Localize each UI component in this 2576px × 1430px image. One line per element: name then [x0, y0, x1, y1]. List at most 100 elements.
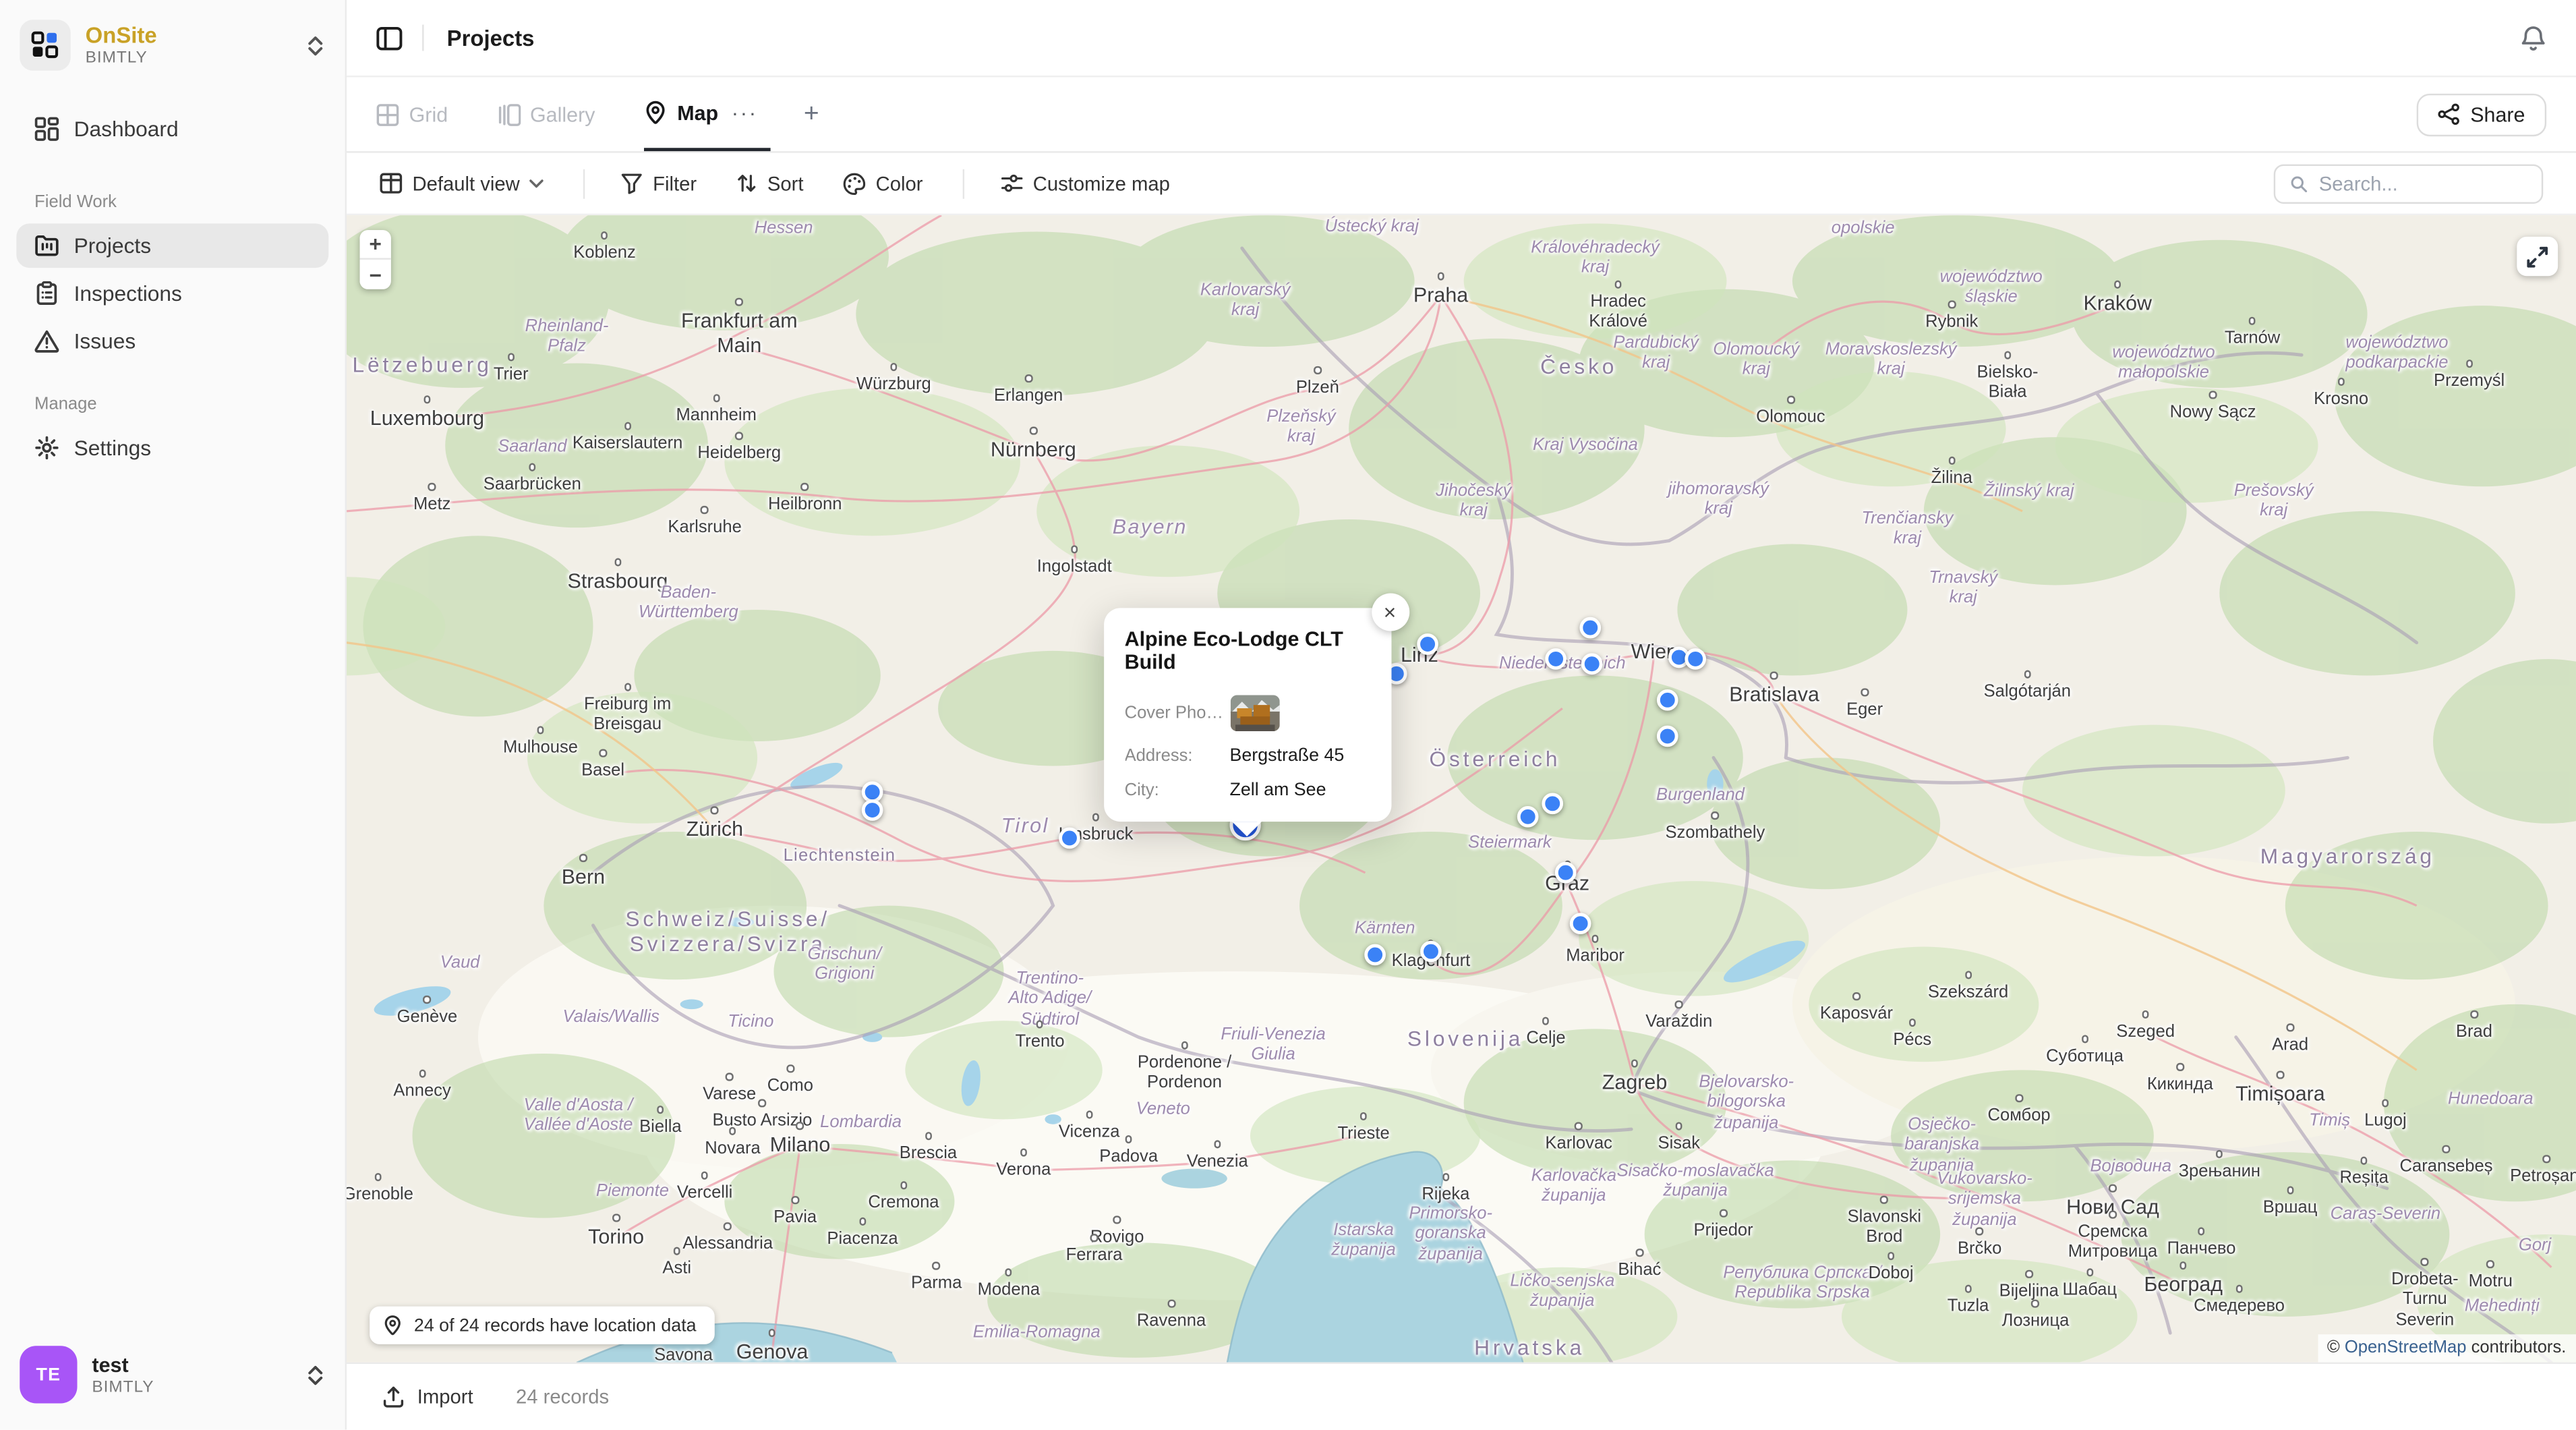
sidebar-section-manage: Manage	[16, 395, 328, 414]
tab-map-group: Map ···	[645, 78, 771, 152]
workspace-name: BIMTLY	[86, 49, 291, 67]
app-name: OnSite	[86, 23, 291, 49]
dashboard-icon	[34, 117, 59, 142]
popup-record-title: Alpine Eco-Lodge CLT Build	[1125, 628, 1370, 674]
search-input[interactable]	[2319, 172, 2527, 195]
location-data-badge: 24 of 24 records have location data	[370, 1307, 714, 1344]
sidebar-item-inspections[interactable]: Inspections	[16, 271, 328, 316]
workspace-switcher[interactable]: OnSite BIMTLY	[16, 16, 328, 84]
record-marker[interactable]	[1517, 806, 1538, 828]
record-marker[interactable]	[861, 799, 883, 821]
record-marker[interactable]	[1544, 648, 1566, 670]
user-switcher[interactable]: TE test BIMTLY	[16, 1336, 328, 1414]
customize-map-label: Customize map	[1033, 172, 1170, 195]
divider	[422, 25, 423, 51]
popup-field-label: City:	[1125, 780, 1230, 800]
funnel-icon	[622, 173, 643, 194]
gallery-view-icon	[497, 103, 520, 125]
color-button[interactable]: Color	[843, 172, 923, 195]
app-window: OnSite BIMTLY Dashboard Field Work Proje…	[0, 0, 2576, 1430]
top-header: Projects	[347, 0, 2576, 78]
osm-attribution-link[interactable]: OpenStreetMap	[2345, 1338, 2467, 1358]
record-marker[interactable]	[1416, 633, 1438, 655]
palette-icon	[843, 172, 866, 195]
sidebar-toggle-button[interactable]	[376, 26, 403, 51]
tab-grid[interactable]: Grid	[376, 78, 448, 152]
record-marker[interactable]	[1364, 944, 1385, 966]
divider	[584, 169, 585, 198]
tab-more-button[interactable]: ···	[718, 101, 771, 125]
record-marker[interactable]	[1581, 653, 1602, 675]
map-fullscreen-button[interactable]	[2517, 237, 2558, 276]
sidebar-item-settings[interactable]: Settings	[16, 426, 328, 470]
customize-map-button[interactable]: Customize map	[1000, 172, 1170, 195]
filter-button[interactable]: Filter	[622, 172, 697, 195]
map-tiles	[347, 215, 2576, 1363]
tab-label: Map	[677, 101, 718, 124]
grid-view-icon	[376, 103, 399, 125]
view-selector-label: Default view	[412, 172, 519, 195]
color-label: Color	[876, 172, 923, 195]
main-area: Projects Grid	[347, 0, 2576, 1430]
cover-photo-thumbnail[interactable]	[1230, 695, 1279, 732]
record-count: 24 records	[516, 1385, 609, 1408]
map-pin-icon	[645, 101, 668, 125]
clipboard-list-icon	[34, 281, 59, 306]
record-marker[interactable]	[1058, 828, 1080, 849]
map-canvas[interactable]: HessenKoblenzÚstecký krajKarlovarský kra…	[347, 215, 2576, 1363]
gear-icon	[34, 436, 59, 461]
map-zoom-control: + −	[360, 230, 391, 289]
app-logo	[20, 20, 71, 71]
table-view-icon	[380, 173, 403, 194]
view-selector[interactable]: Default view	[380, 172, 545, 195]
popup-field-row: Address:Bergstraße 45	[1125, 746, 1370, 766]
sidebar-section-fieldwork: Field Work	[16, 192, 328, 212]
share-label: Share	[2470, 103, 2525, 125]
share-button[interactable]: Share	[2416, 93, 2546, 136]
zoom-out-button[interactable]: −	[360, 260, 391, 289]
popup-field-row: Cover Pho…	[1125, 695, 1370, 732]
record-marker[interactable]	[1569, 913, 1591, 934]
import-button[interactable]: Import	[383, 1385, 473, 1408]
record-marker[interactable]	[1554, 862, 1576, 884]
location-data-badge-text: 24 of 24 records have location data	[414, 1316, 697, 1336]
app-logo-icon	[31, 31, 59, 59]
search-field	[2274, 163, 2544, 202]
popup-close-button[interactable]: ×	[1371, 593, 1409, 631]
sidebar-item-label: Dashboard	[74, 117, 179, 142]
sidebar-item-dashboard[interactable]: Dashboard	[16, 107, 328, 151]
popup-field-label: Cover Pho…	[1125, 704, 1230, 723]
sidebar-item-projects[interactable]: Projects	[16, 223, 328, 268]
sidebar-item-label: Projects	[74, 233, 151, 258]
import-label: Import	[417, 1385, 473, 1408]
bell-icon	[2520, 24, 2546, 51]
add-view-button[interactable]: +	[794, 99, 829, 129]
record-marker[interactable]	[1579, 617, 1600, 639]
sort-label: Sort	[767, 172, 804, 195]
folder-kanban-icon	[34, 233, 59, 258]
chevrons-up-down-icon	[305, 34, 325, 57]
record-marker[interactable]	[1656, 689, 1678, 711]
search-icon	[2290, 173, 2308, 193]
popup-field-row: City:Zell am See	[1125, 780, 1370, 800]
record-marker[interactable]	[1656, 726, 1678, 747]
record-marker[interactable]	[1541, 793, 1562, 814]
user-org: BIMTLY	[92, 1378, 291, 1396]
upload-icon	[383, 1385, 405, 1408]
tab-gallery[interactable]: Gallery	[497, 78, 595, 152]
record-marker[interactable]	[1684, 648, 1705, 670]
popup-field-value: Bergstraße 45	[1230, 746, 1345, 766]
sidebar-item-issues[interactable]: Issues	[16, 319, 328, 364]
map-attribution: © OpenStreetMap contributors.	[2317, 1335, 2576, 1363]
sidebar-item-label: Inspections	[74, 281, 182, 306]
record-popup: × Alpine Eco-Lodge CLT Build Cover Pho…A…	[1103, 608, 1391, 822]
zoom-in-button[interactable]: +	[360, 230, 391, 260]
sort-button[interactable]: Sort	[736, 172, 804, 195]
tab-map[interactable]: Map	[645, 78, 719, 148]
sidebar-item-label: Settings	[74, 436, 151, 461]
notifications-button[interactable]	[2520, 24, 2546, 51]
record-marker[interactable]	[1419, 941, 1441, 963]
page-title: Projects	[447, 26, 535, 51]
bottom-bar: Import 24 records	[347, 1363, 2576, 1430]
sidebar: OnSite BIMTLY Dashboard Field Work Proje…	[0, 0, 347, 1430]
